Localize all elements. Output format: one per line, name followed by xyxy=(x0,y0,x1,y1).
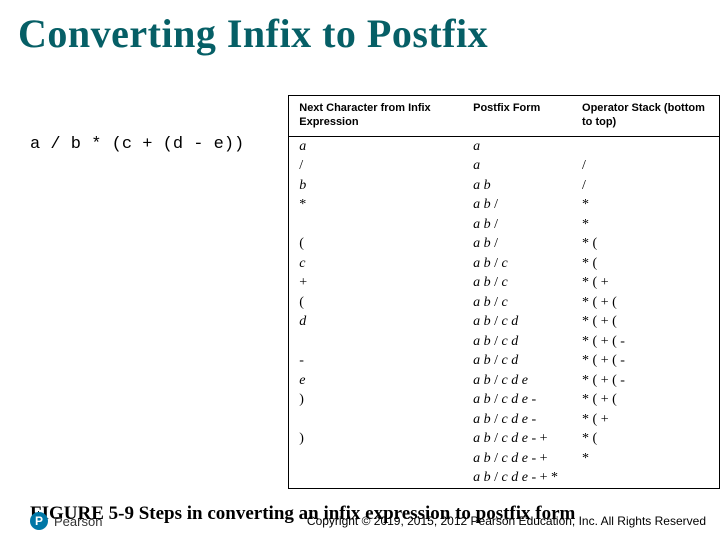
cell-stack: * ( + ( xyxy=(572,312,719,332)
cell-next-char xyxy=(289,468,463,488)
cell-postfix: a b xyxy=(463,176,572,196)
copyright-text: Copyright © 2019, 2015, 2012 Pearson Edu… xyxy=(307,514,706,528)
cell-postfix: a b / c d e - + xyxy=(463,429,572,449)
cell-next-char: - xyxy=(289,351,463,371)
cell-stack: * xyxy=(572,195,719,215)
table-row: da b / c d* ( + ( xyxy=(289,312,719,332)
cell-stack: * ( + ( - xyxy=(572,351,719,371)
cell-next-char: a xyxy=(289,136,463,156)
table-row: a b / c d e - +* xyxy=(289,449,719,469)
cell-next-char: c xyxy=(289,254,463,274)
col-stack: Operator Stack (bottom to top) xyxy=(572,96,719,136)
cell-stack: * ( + ( - xyxy=(572,371,719,391)
cell-next-char: ( xyxy=(289,234,463,254)
cell-next-char: b xyxy=(289,176,463,196)
cell-next-char xyxy=(289,449,463,469)
cell-postfix: a b / c d e - xyxy=(463,410,572,430)
col-next-char: Next Character from Infix Expression xyxy=(289,96,463,136)
cell-next-char: ) xyxy=(289,390,463,410)
table-row: +a b / c* ( + xyxy=(289,273,719,293)
table-row: )a b / c d e - +* ( xyxy=(289,429,719,449)
cell-next-char: / xyxy=(289,156,463,176)
cell-next-char xyxy=(289,332,463,352)
cell-stack: * xyxy=(572,449,719,469)
cell-postfix: a b / c xyxy=(463,293,572,313)
table-row: /a/ xyxy=(289,156,719,176)
cell-stack: * ( xyxy=(572,234,719,254)
cell-postfix: a b / c xyxy=(463,273,572,293)
table-row: (a b /* ( xyxy=(289,234,719,254)
brand-logo: P Pearson xyxy=(30,512,102,530)
infix-expression: a / b * (c + (d - e)) xyxy=(30,95,244,154)
table-row: )a b / c d e -* ( + ( xyxy=(289,390,719,410)
cell-postfix: a b / c d e - + xyxy=(463,449,572,469)
table-row: -a b / c d* ( + ( - xyxy=(289,351,719,371)
page-title: Converting Infix to Postfix xyxy=(0,0,720,63)
cell-postfix: a b / xyxy=(463,215,572,235)
cell-postfix: a b / xyxy=(463,234,572,254)
table-row: a b / c d e - + * xyxy=(289,468,719,488)
cell-postfix: a b / c d xyxy=(463,351,572,371)
cell-next-char: e xyxy=(289,371,463,391)
cell-postfix: a b / c xyxy=(463,254,572,274)
table-row: ca b / c* ( xyxy=(289,254,719,274)
cell-stack: / xyxy=(572,156,719,176)
table-row: *a b /* xyxy=(289,195,719,215)
cell-postfix: a b / c d xyxy=(463,312,572,332)
table-row: ea b / c d e* ( + ( - xyxy=(289,371,719,391)
cell-postfix: a xyxy=(463,136,572,156)
cell-stack: * ( + xyxy=(572,410,719,430)
conversion-table: Next Character from Infix Expression Pos… xyxy=(288,95,720,489)
cell-next-char: ) xyxy=(289,429,463,449)
cell-stack: * ( + xyxy=(572,273,719,293)
cell-next-char xyxy=(289,215,463,235)
main-content: a / b * (c + (d - e)) Next Character fro… xyxy=(0,95,720,489)
brand-mark-icon: P xyxy=(30,512,48,530)
table-header-row: Next Character from Infix Expression Pos… xyxy=(289,96,719,136)
cell-stack: * xyxy=(572,215,719,235)
cell-postfix: a b / xyxy=(463,195,572,215)
cell-postfix: a xyxy=(463,156,572,176)
table-row: a b / c d* ( + ( - xyxy=(289,332,719,352)
table-row: (a b / c* ( + ( xyxy=(289,293,719,313)
table-row: a b / c d e -* ( + xyxy=(289,410,719,430)
cell-next-char: + xyxy=(289,273,463,293)
cell-stack: / xyxy=(572,176,719,196)
cell-postfix: a b / c d e xyxy=(463,371,572,391)
footer: P Pearson Copyright © 2019, 2015, 2012 P… xyxy=(0,512,720,530)
cell-postfix: a b / c d e - xyxy=(463,390,572,410)
cell-stack: * ( xyxy=(572,254,719,274)
cell-stack: * ( + ( xyxy=(572,390,719,410)
cell-postfix: a b / c d e - + * xyxy=(463,468,572,488)
cell-next-char xyxy=(289,410,463,430)
cell-stack: * ( xyxy=(572,429,719,449)
cell-next-char: ( xyxy=(289,293,463,313)
cell-postfix: a b / c d xyxy=(463,332,572,352)
table-row: ba b/ xyxy=(289,176,719,196)
brand-name: Pearson xyxy=(54,514,102,529)
cell-next-char: * xyxy=(289,195,463,215)
table-row: aa xyxy=(289,136,719,156)
table-row: a b /* xyxy=(289,215,719,235)
cell-stack xyxy=(572,468,719,488)
col-postfix: Postfix Form xyxy=(463,96,572,136)
cell-stack: * ( + ( xyxy=(572,293,719,313)
cell-stack xyxy=(572,136,719,156)
cell-next-char: d xyxy=(289,312,463,332)
cell-stack: * ( + ( - xyxy=(572,332,719,352)
